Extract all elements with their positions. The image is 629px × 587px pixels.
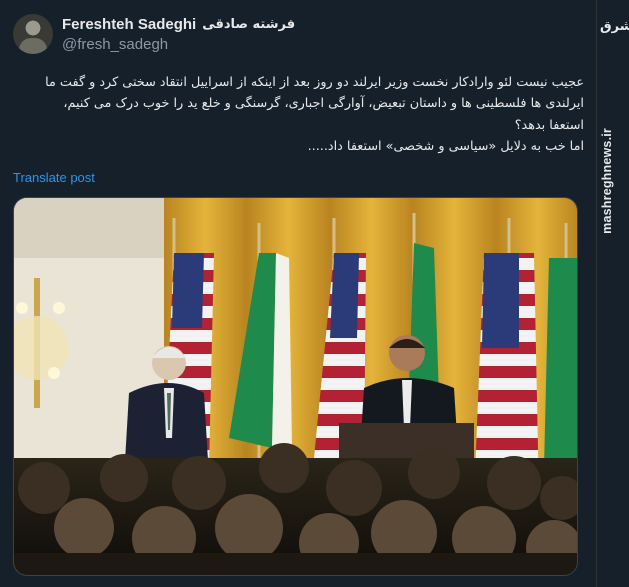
mashregh-logo-icon: مشرق bbox=[600, 19, 629, 34]
us-flag-3 bbox=[474, 218, 539, 498]
tweet-text: عجیب نیست لئو وارادکار نخست وزیر ایرلند … bbox=[0, 72, 584, 158]
watermark-url: mashreghnews.ir bbox=[600, 128, 614, 234]
author-display-name[interactable]: Fereshteh Sadeghi bbox=[62, 16, 196, 33]
author-display-name-fa[interactable]: فرشته صادقی bbox=[202, 17, 295, 32]
watermark-panel bbox=[596, 0, 629, 587]
tweet-line: ایرلندی ها فلسطینی ها و داستان تبعیض، آو… bbox=[63, 96, 584, 112]
tweet: Fereshteh Sadeghi فرشته صادقی @fresh_sad… bbox=[0, 0, 596, 587]
translate-post-link[interactable]: Translate post bbox=[13, 170, 95, 185]
photo-scene bbox=[14, 198, 577, 575]
author-name-row[interactable]: Fereshteh Sadeghi فرشته صادقی bbox=[62, 14, 295, 34]
tweet-line: عجیب نیست لئو وارادکار نخست وزیر ایرلند … bbox=[45, 75, 584, 90]
tweet-line: استعفا بدهد؟ bbox=[514, 117, 584, 133]
attached-photo[interactable] bbox=[13, 197, 578, 576]
tweet-line: اما خب به دلایل «سیاسی و شخصی» استعفا دا… bbox=[307, 139, 584, 155]
ireland-flag-3 bbox=[544, 223, 577, 488]
author-handle[interactable]: @fresh_sadegh bbox=[62, 36, 168, 53]
avatar[interactable] bbox=[13, 14, 53, 54]
